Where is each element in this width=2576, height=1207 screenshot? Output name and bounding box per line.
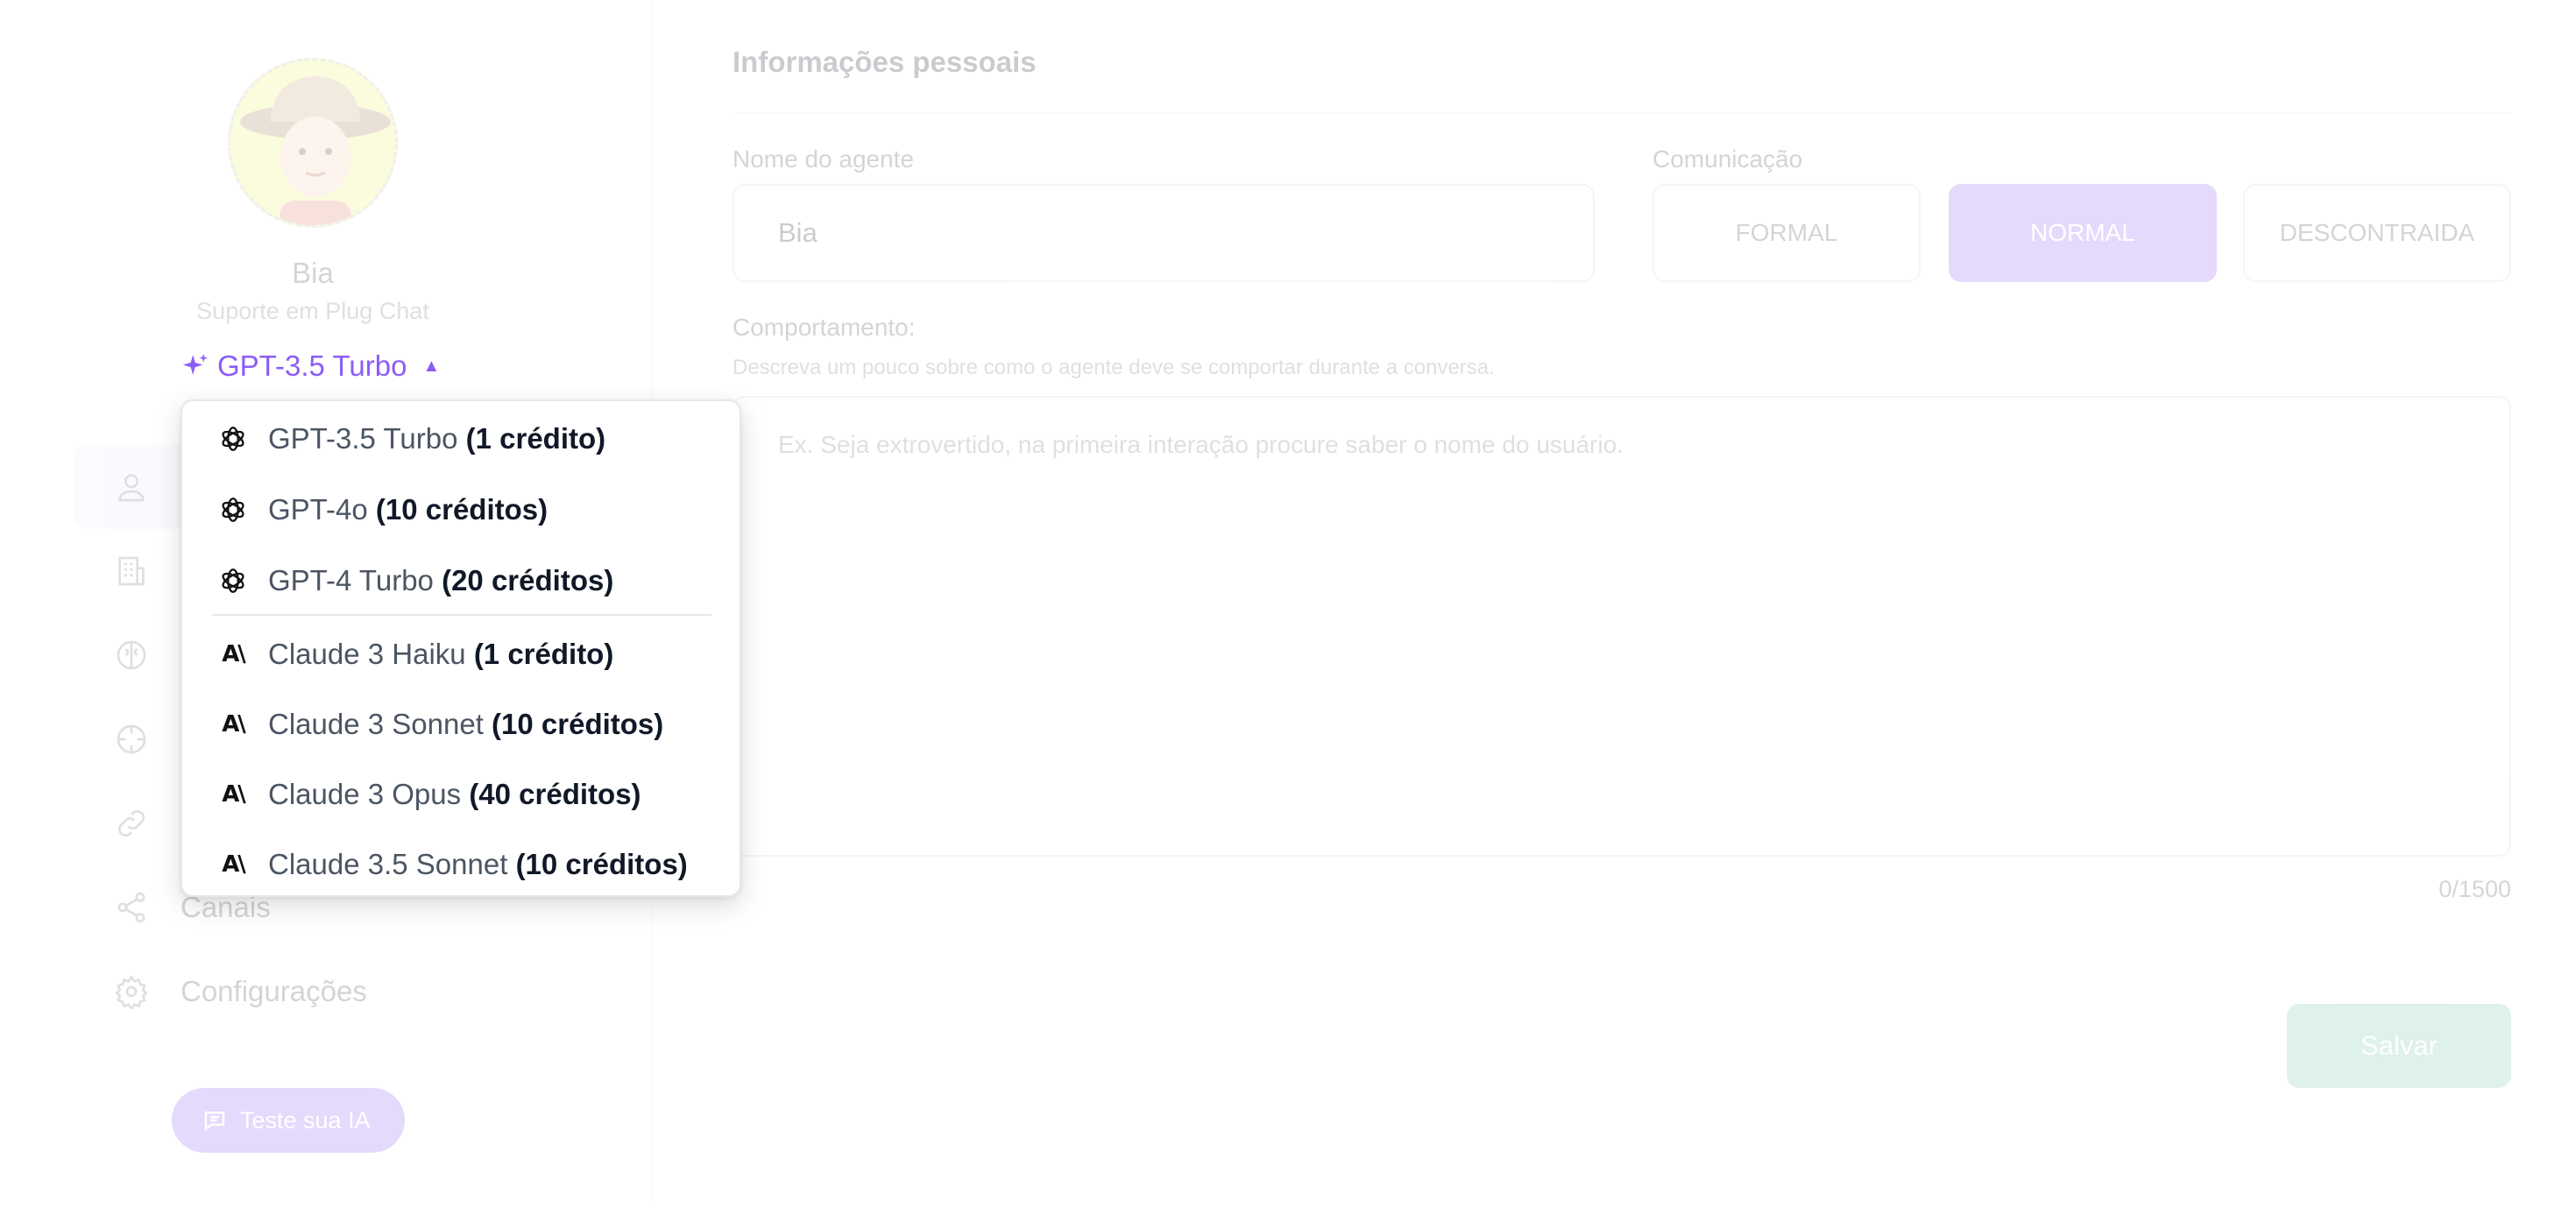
model-option-claude-3-5-sonnet[interactable]: A\ Claude 3.5 Sonnet (10 créditos) — [182, 830, 740, 899]
agent-subtitle: Suporte em Plug Chat — [196, 298, 429, 324]
model-option-gpt-3-5-turbo[interactable]: GPT-3.5 Turbo (1 crédito) — [182, 405, 740, 473]
sidebar-item-label: Configurações — [180, 975, 367, 1007]
model-cost: (10 créditos) — [492, 708, 664, 740]
anthropic-icon: A\ — [222, 781, 246, 808]
agent-name-input[interactable]: Bia — [732, 184, 1595, 282]
model-cost: (10 créditos) — [515, 848, 688, 880]
chat-icon — [204, 1112, 225, 1132]
model-option-gpt-4-turbo[interactable]: GPT-4 Turbo (20 créditos) — [182, 547, 740, 615]
model-option-gpt-4o[interactable]: GPT-4o (10 créditos) — [182, 476, 740, 544]
model-name: Claude 3 Sonnet — [268, 708, 484, 740]
share-icon — [117, 892, 145, 923]
section-divider — [732, 112, 2511, 114]
model-name: GPT-4 Turbo — [268, 564, 434, 596]
model-option-claude-3-haiku[interactable]: A\ Claude 3 Haiku (1 crédito) — [182, 620, 740, 688]
anthropic-icon: A\ — [222, 711, 246, 738]
model-cost: (10 créditos) — [375, 493, 548, 526]
model-selector-button[interactable]: GPT-3.5 Turbo ▲ — [180, 349, 440, 384]
model-cost: (20 créditos) — [442, 564, 614, 596]
avatar — [228, 58, 398, 228]
model-name: GPT-3.5 Turbo — [268, 422, 458, 455]
anthropic-icon: A\ — [222, 641, 246, 667]
openai-icon — [217, 565, 249, 596]
sparkle-icon — [182, 353, 209, 375]
user-icon — [118, 474, 145, 502]
building-icon — [118, 556, 145, 586]
behavior-label: Comportamento: — [732, 314, 916, 341]
model-selector-label: GPT-3.5 Turbo — [217, 349, 407, 382]
model-cost: (1 crédito) — [473, 638, 614, 670]
char-counter: 0/1500 — [2438, 876, 2511, 902]
section-title: Informações pessoais — [732, 46, 1037, 78]
model-cost: (1 crédito) — [465, 422, 606, 455]
test-ai-button[interactable]: Teste sua IA — [172, 1088, 405, 1153]
link-icon — [117, 809, 145, 837]
model-name: Claude 3 Opus — [268, 778, 462, 810]
test-ai-label: Teste sua IA — [240, 1106, 371, 1133]
agent-name: Bia — [292, 257, 334, 289]
model-option-claude-3-sonnet[interactable]: A\ Claude 3 Sonnet (10 créditos) — [182, 690, 740, 759]
communication-label: Comunicação — [1652, 145, 1803, 173]
behavior-textarea[interactable]: Ex. Seja extrovertido, na primeira inter… — [732, 396, 2511, 857]
behavior-help-text: Descreva um pouco sobre como o agente de… — [732, 356, 1495, 379]
save-button[interactable]: Salvar — [2287, 1004, 2511, 1088]
communication-normal-button[interactable]: NORMAL — [1949, 184, 2217, 282]
communication-casual-button[interactable]: DESCONTRAIDA — [2243, 184, 2511, 282]
behavior-placeholder: Ex. Seja extrovertido, na primeira inter… — [778, 431, 1624, 458]
communication-formal-button[interactable]: FORMAL — [1652, 184, 1921, 282]
model-name: Claude 3.5 Sonnet — [268, 848, 508, 880]
model-dropdown: GPT-3.5 Turbo (1 crédito) GPT-4o (10 cré… — [180, 399, 741, 897]
provider-divider — [212, 614, 711, 616]
brain-icon — [117, 640, 146, 670]
model-option-claude-3-opus[interactable]: A\ Claude 3 Opus (40 créditos) — [182, 760, 740, 829]
profile-form: Informações pessoais Nome do agente Bia … — [732, 0, 2511, 1207]
model-name: Claude 3 Haiku — [268, 638, 466, 670]
model-name: GPT-4o — [268, 493, 368, 526]
openai-icon — [217, 423, 249, 455]
gear-icon — [115, 974, 148, 1009]
agent-name-label: Nome do agente — [732, 145, 915, 173]
crosshair-icon — [117, 724, 146, 754]
openai-icon — [217, 494, 249, 526]
chevron-up-icon: ▲ — [422, 356, 441, 376]
model-cost: (40 créditos) — [469, 778, 641, 810]
anthropic-icon: A\ — [222, 851, 246, 878]
sidebar-item-settings[interactable]: Configurações — [74, 949, 652, 1034]
